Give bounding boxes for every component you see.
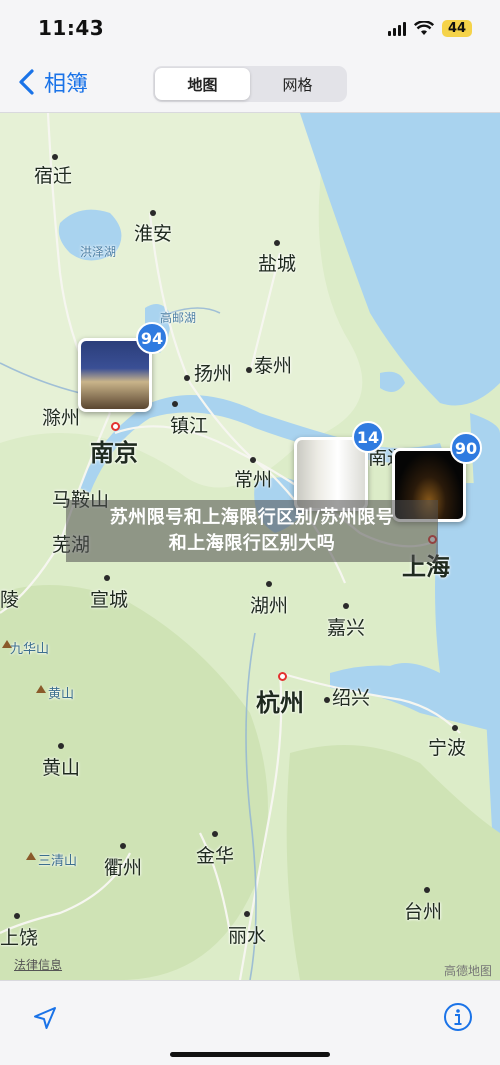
city-dot bbox=[274, 240, 280, 246]
home-indicator bbox=[170, 1052, 330, 1057]
mountain-icon bbox=[26, 852, 36, 860]
feature-label: 九华山 bbox=[10, 642, 50, 657]
watermark-text: 苏州限号和上海限行区别/苏州限号 和上海限行区别大吗 bbox=[110, 505, 395, 557]
city-dot bbox=[250, 457, 256, 463]
city-label: 宿迁 bbox=[34, 165, 73, 187]
city-dot bbox=[266, 581, 272, 587]
city-label: 黄山 bbox=[42, 757, 81, 779]
feature-label: 三清山 bbox=[38, 854, 78, 869]
feature-label: 黄山 bbox=[48, 687, 75, 702]
wifi-icon bbox=[414, 21, 434, 35]
battery-indicator: 44 bbox=[442, 20, 472, 37]
city-label: 镇江 bbox=[170, 415, 209, 437]
photo-thumbnail bbox=[81, 341, 149, 409]
city-label: 丽水 bbox=[228, 925, 267, 947]
city-label: 杭州 bbox=[256, 689, 304, 717]
watermark-overlay: 苏州限号和上海限行区别/苏州限号 和上海限行区别大吗 bbox=[66, 500, 438, 562]
city-dot bbox=[104, 575, 110, 581]
city-label: 上饶 bbox=[0, 927, 39, 949]
city-dot bbox=[172, 401, 178, 407]
cluster-count-badge: 90 bbox=[450, 432, 482, 464]
city-label: 衢州 bbox=[104, 857, 143, 879]
city-dot bbox=[343, 603, 349, 609]
photo-thumbnail bbox=[297, 440, 365, 508]
city-label: 金华 bbox=[196, 845, 235, 867]
city-dot bbox=[120, 843, 126, 849]
city-label: 扬州 bbox=[194, 363, 233, 385]
city-label: 陵 bbox=[0, 589, 20, 611]
city-label: 宣城 bbox=[90, 589, 129, 611]
city-dot bbox=[58, 743, 64, 749]
mountain-icon bbox=[36, 685, 46, 693]
location-arrow-icon[interactable] bbox=[30, 1003, 60, 1033]
city-label: 泰州 bbox=[254, 355, 293, 377]
view-segmented-control: 地图 网格 bbox=[153, 66, 347, 102]
city-dot bbox=[14, 913, 20, 919]
city-pin bbox=[278, 672, 287, 681]
info-icon[interactable] bbox=[442, 1001, 474, 1033]
mountain-icon bbox=[2, 640, 12, 648]
watermark-line-2: 和上海限行区别大吗 bbox=[168, 533, 336, 554]
tab-grid[interactable]: 网格 bbox=[250, 68, 345, 100]
back-button[interactable]: 相簿 bbox=[14, 66, 88, 98]
cellular-signal-icon bbox=[388, 21, 406, 36]
nav-bar: 相簿 地图 网格 bbox=[0, 60, 500, 113]
lake-label: 洪泽湖 bbox=[80, 245, 117, 259]
city-dot bbox=[424, 887, 430, 893]
city-label: 台州 bbox=[404, 901, 443, 923]
lake-label: 高邮湖 bbox=[160, 311, 197, 325]
city-label: 滁州 bbox=[42, 407, 81, 429]
city-dot bbox=[52, 154, 58, 160]
city-label: 常州 bbox=[234, 469, 273, 491]
city-label: 南京 bbox=[90, 439, 138, 467]
city-label: 湖州 bbox=[250, 595, 289, 617]
photo-cluster[interactable]: 94 bbox=[78, 322, 168, 412]
city-dot bbox=[324, 697, 330, 703]
city-label: 宁波 bbox=[428, 737, 467, 759]
city-dot bbox=[184, 375, 190, 381]
city-label: 绍兴 bbox=[332, 687, 371, 709]
city-dot bbox=[150, 210, 156, 216]
watermark-line-1: 苏州限号和上海限行区别/苏州限号 bbox=[109, 507, 395, 528]
status-bar: 11:43 44 bbox=[0, 0, 500, 60]
city-dot bbox=[212, 831, 218, 837]
bottom-toolbar bbox=[0, 980, 500, 1065]
legal-info-link[interactable]: 法律信息 bbox=[14, 956, 62, 973]
city-label: 淮安 bbox=[134, 223, 173, 245]
city-pin bbox=[111, 422, 120, 431]
chevron-left-icon bbox=[19, 69, 34, 95]
city-label: 嘉兴 bbox=[327, 617, 366, 639]
tab-map[interactable]: 地图 bbox=[155, 68, 250, 100]
city-dot bbox=[452, 725, 458, 731]
cluster-count-badge: 94 bbox=[136, 322, 168, 354]
back-label: 相簿 bbox=[44, 72, 89, 97]
cluster-count-badge: 14 bbox=[352, 421, 384, 453]
status-time: 11:43 bbox=[38, 16, 105, 40]
map-provider-logo: 高德地图 bbox=[443, 964, 492, 978]
city-label: 盐城 bbox=[258, 253, 297, 275]
city-dot bbox=[246, 367, 252, 373]
status-icons: 44 bbox=[388, 20, 472, 37]
city-dot bbox=[244, 911, 250, 917]
